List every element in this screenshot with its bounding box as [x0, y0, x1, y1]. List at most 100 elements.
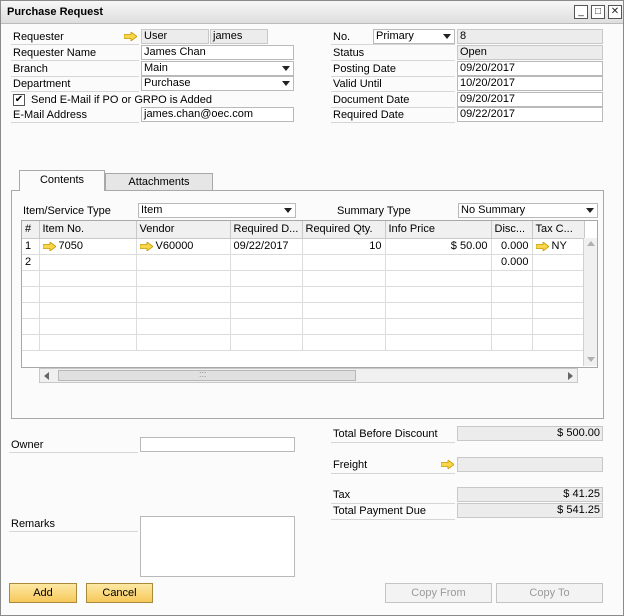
column-header[interactable]: Disc... [491, 221, 533, 239]
info-price-cell[interactable]: $ 50.00 [385, 238, 492, 255]
table-row[interactable] [22, 270, 585, 287]
vendor-cell[interactable] [136, 254, 231, 271]
branch-dropdown[interactable]: Main [141, 61, 294, 76]
tab-attachments[interactable]: Attachments [105, 173, 213, 191]
requester-name-field[interactable]: James Chan [141, 45, 294, 60]
divider [9, 452, 138, 453]
discount-cell[interactable]: 0.000 [491, 238, 533, 255]
required-date-cell[interactable]: 09/22/2017 [230, 238, 303, 255]
requester-code-field[interactable]: james [210, 29, 268, 44]
close-icon[interactable]: ✕ [608, 5, 622, 19]
chevron-down-icon [586, 208, 594, 213]
scroll-up-icon[interactable] [587, 241, 595, 246]
divider [331, 519, 455, 520]
copy-to-button[interactable]: Copy To [496, 583, 603, 603]
send-email-checkbox[interactable]: ✔ [13, 94, 25, 106]
link-arrow-icon[interactable] [441, 460, 454, 469]
required-qty-cell[interactable]: 10 [302, 238, 386, 255]
column-header[interactable]: # [22, 221, 40, 239]
valid-until-field[interactable]: 10/20/2017 [457, 76, 603, 91]
divider [331, 76, 455, 77]
status-label: Status [333, 47, 365, 59]
divider [11, 122, 139, 123]
document-date-label: Document Date [333, 94, 410, 106]
copy-from-button[interactable]: Copy From [385, 583, 492, 603]
link-arrow-icon[interactable] [535, 240, 550, 252]
department-dropdown[interactable]: Purchase [141, 76, 294, 91]
total-payment-label: Total Payment Due [333, 505, 426, 517]
summary-type-dropdown[interactable]: No Summary [458, 203, 598, 218]
document-number-field[interactable]: 8 [457, 29, 603, 44]
chevron-down-icon [282, 81, 290, 86]
grid-header-row: # Item No. Vendor Required D... Required… [22, 221, 585, 239]
item-type-dropdown[interactable]: Item [138, 203, 296, 218]
divider [331, 503, 455, 504]
info-price-cell[interactable] [385, 254, 492, 271]
divider [11, 60, 139, 61]
item-no-cell[interactable]: 7050 [39, 238, 137, 255]
divider [11, 91, 139, 92]
row-number: 2 [22, 254, 40, 271]
table-row[interactable] [22, 334, 585, 351]
link-arrow-icon[interactable] [124, 32, 137, 41]
item-type-value: Item [141, 204, 163, 216]
table-row[interactable]: 2 0.000 [22, 254, 585, 271]
scroll-grip: ::: [199, 369, 207, 379]
vertical-scrollbar[interactable] [583, 238, 597, 366]
column-header[interactable]: Required Qty. [302, 221, 386, 239]
required-date-field[interactable]: 09/22/2017 [457, 107, 603, 122]
freight-field[interactable] [457, 457, 603, 472]
horizontal-scrollbar[interactable]: ::: [39, 368, 578, 383]
posting-date-field[interactable]: 09/20/2017 [457, 61, 603, 76]
remarks-label: Remarks [11, 518, 56, 530]
title-bar: Purchase Request _ □ ✕ [1, 1, 623, 24]
discount-cell[interactable]: 0.000 [491, 254, 533, 271]
link-arrow-icon[interactable] [42, 240, 57, 252]
item-type-label: Item/Service Type [23, 205, 111, 217]
link-arrow-icon[interactable] [139, 240, 154, 252]
cancel-button[interactable]: Cancel [86, 583, 153, 603]
table-row[interactable] [22, 302, 585, 319]
divider [331, 473, 455, 474]
required-date-cell[interactable] [230, 254, 303, 271]
maximize-icon[interactable]: □ [591, 5, 605, 19]
column-header[interactable]: Vendor [136, 221, 231, 239]
summary-type-label: Summary Type [337, 205, 411, 217]
column-header[interactable]: Required D... [230, 221, 303, 239]
scroll-right-icon[interactable] [568, 372, 573, 380]
column-header[interactable]: Info Price [385, 221, 492, 239]
column-header[interactable]: Item No. [39, 221, 137, 239]
divider [331, 107, 455, 108]
add-button[interactable]: Add [9, 583, 77, 603]
minimize-icon[interactable]: _ [574, 5, 588, 19]
owner-field[interactable] [140, 437, 295, 452]
table-row[interactable] [22, 286, 585, 303]
email-field[interactable]: james.chan@oec.com [141, 107, 294, 122]
required-qty-cell[interactable] [302, 254, 386, 271]
table-row[interactable]: 1 7050 V60000 09/22/2017 10 $ 50.00 0.00… [22, 238, 585, 255]
owner-label: Owner [11, 439, 44, 451]
branch-label: Branch [13, 63, 48, 75]
scroll-thumb[interactable]: ::: [58, 369, 356, 381]
chevron-down-icon [282, 66, 290, 71]
valid-until-label: Valid Until [333, 78, 382, 90]
document-date-field[interactable]: 09/20/2017 [457, 92, 603, 107]
divider [331, 91, 455, 92]
department-value: Purchase [144, 77, 191, 89]
requester-type-field[interactable]: User [141, 29, 209, 44]
no-label: No. [333, 31, 351, 43]
tab-contents[interactable]: Contents [19, 170, 105, 191]
requester-name-label: Requester Name [13, 47, 97, 59]
tax-code-cell[interactable]: NY [532, 238, 585, 255]
items-grid: # Item No. Vendor Required D... Required… [21, 220, 598, 368]
table-row[interactable] [22, 318, 585, 335]
series-dropdown[interactable]: Primary [373, 29, 455, 44]
tax-code-cell[interactable] [532, 254, 585, 271]
requester-label: Requester [13, 31, 64, 43]
remarks-textarea[interactable] [140, 516, 295, 577]
item-no-cell[interactable] [39, 254, 137, 271]
column-header[interactable]: Tax C... [532, 221, 585, 239]
vendor-cell[interactable]: V60000 [136, 238, 231, 255]
scroll-left-icon[interactable] [44, 372, 49, 380]
scroll-down-icon[interactable] [587, 357, 595, 362]
